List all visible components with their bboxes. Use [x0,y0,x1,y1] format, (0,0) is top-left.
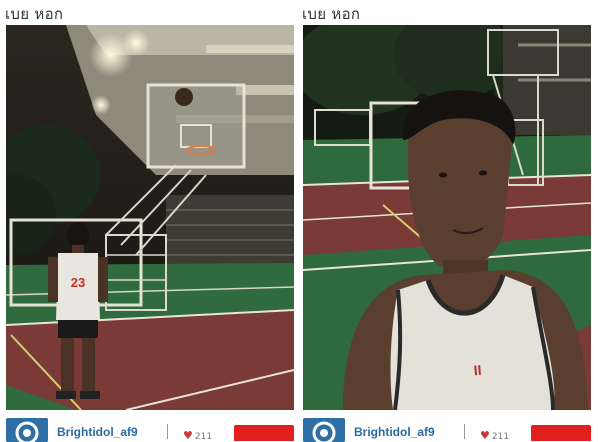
svg-text:II: II [473,362,482,379]
username-link[interactable]: Brightidol_af9 [57,425,138,439]
selfie-court-photo: II [303,25,591,410]
avatar-logo-icon[interactable] [303,418,345,442]
like-button[interactable]: ♥ 211 [480,429,510,442]
post-caption: เบย หอก [302,5,361,23]
post-photo[interactable]: 23 [6,25,294,410]
like-count: 211 [491,432,510,442]
heart-icon: ♥ [480,429,490,442]
username-link[interactable]: Brightidol_af9 [354,425,435,439]
avatar-logo-icon[interactable] [6,418,48,442]
like-count: 211 [194,432,213,442]
svg-text:23: 23 [71,275,85,290]
basketball-court-photo: 23 [6,25,294,410]
divider [464,424,465,439]
post-card-1: เบย หอก 23 Brightidol_af9 ♥ 211 [5,0,295,442]
post-photo[interactable]: II [303,25,591,410]
post-footer: Brightidol_af9 ♥ 211 [302,416,592,442]
post-caption: เบย หอก [5,5,64,23]
heart-icon: ♥ [183,429,193,442]
like-button[interactable]: ♥ 211 [183,429,213,442]
divider [167,424,168,439]
post-footer: Brightidol_af9 ♥ 211 [5,416,295,442]
post-card-2: เบย หอก II Brightidol_af9 ♥ 211 [302,0,592,442]
